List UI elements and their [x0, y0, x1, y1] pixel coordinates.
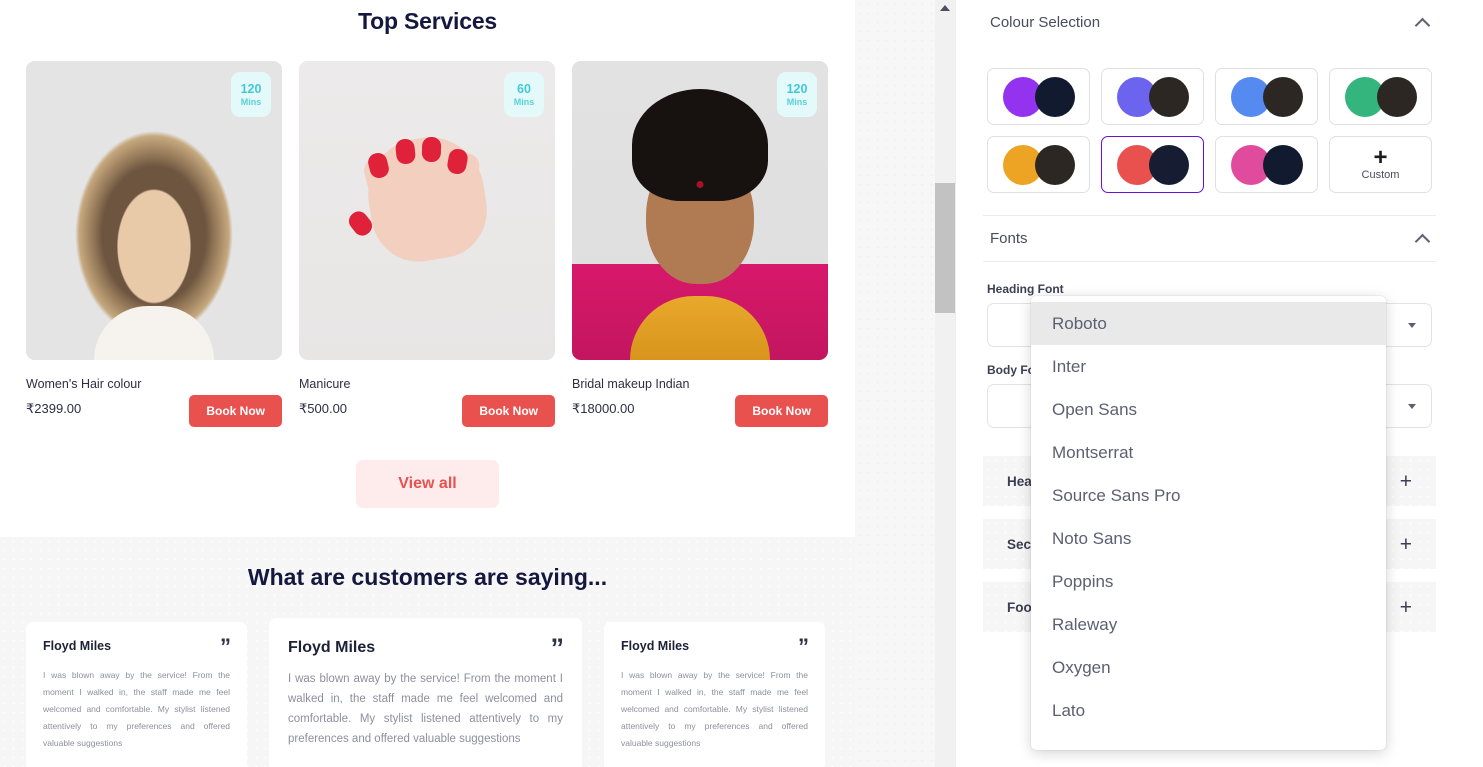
testimonial-author: Floyd Miles	[288, 639, 376, 656]
chevron-down-icon	[1408, 403, 1416, 409]
testimonials-section: What are customers are saying... Floyd M…	[0, 537, 855, 767]
testimonial-body: I was blown away by the service! From th…	[621, 669, 808, 748]
font-option-source-sans-pro[interactable]: Source Sans Pro	[1031, 474, 1386, 517]
page-title: Top Services	[357, 8, 498, 34]
plus-icon[interactable]: +	[1400, 534, 1412, 555]
duration-badge: 120 Mins	[231, 72, 271, 117]
colour-swatch[interactable]	[987, 68, 1090, 125]
scroll-up-arrow-icon[interactable]	[940, 5, 950, 11]
colour-swatch-selected[interactable]	[1101, 136, 1204, 193]
book-now-button[interactable]: Book Now	[735, 395, 828, 427]
colour-swatch[interactable]	[1215, 136, 1318, 193]
quote-icon: ”	[550, 633, 564, 663]
book-now-button[interactable]: Book Now	[189, 395, 282, 427]
plus-icon[interactable]: +	[1400, 471, 1412, 492]
service-text: Bridal makeup Indian ₹18000.00	[572, 376, 689, 417]
duration-value: 120	[786, 82, 808, 97]
chevron-down-icon	[1408, 322, 1416, 328]
font-option-inter[interactable]: Inter	[1031, 345, 1386, 388]
service-name: Manicure	[299, 377, 351, 391]
service-meta: Bridal makeup Indian ₹18000.00 Book Now	[572, 376, 828, 427]
colour-swatch-grid: + Custom	[956, 45, 1463, 215]
font-option-oxygen[interactable]: Oxygen	[1031, 646, 1386, 689]
colour-swatch[interactable]	[987, 136, 1090, 193]
service-price: ₹500.00	[299, 400, 348, 416]
colour-swatch[interactable]	[1215, 68, 1318, 125]
testimonial-body: I was blown away by the service! From th…	[43, 669, 230, 748]
custom-colour-label: Custom	[1361, 168, 1400, 181]
colour-swatch[interactable]	[1329, 68, 1432, 125]
plus-icon: +	[1373, 144, 1388, 172]
chevron-up-icon[interactable]	[1416, 232, 1429, 245]
theme-settings-panel: Colour Selection + Custom Fonts Heading …	[955, 0, 1463, 767]
colour-selection-title: Colour Selection	[990, 14, 1101, 31]
testimonial-head: Floyd Miles ”	[288, 633, 564, 663]
service-text: Women's Hair colour ₹2399.00	[26, 376, 141, 417]
font-option-roboto[interactable]: Roboto	[1031, 302, 1386, 345]
scrollbar-thumb[interactable]	[935, 183, 955, 313]
colour-swatch[interactable]	[1101, 68, 1204, 125]
duration-value: 60	[517, 82, 531, 97]
font-option-open-sans[interactable]: Open Sans	[1031, 388, 1386, 431]
testimonial-card: Floyd Miles ” I was blown away by the se…	[269, 618, 582, 767]
testimonials-title: What are customers are saying...	[247, 564, 608, 590]
duration-unit: Mins	[513, 96, 535, 107]
duration-unit: Mins	[786, 96, 808, 107]
service-card-row: 120 Mins Women's Hair colour ₹2399.00 Bo…	[26, 61, 829, 427]
testimonial-author: Floyd Miles	[621, 638, 690, 653]
testimonial-body: I was blown away by the service! From th…	[288, 672, 563, 746]
app-root: Top Services 120 Mins Women's Hair colou…	[0, 0, 1483, 767]
canvas-gutter	[855, 0, 955, 767]
top-services-section: Top Services 120 Mins Women's Hair colou…	[0, 0, 855, 537]
book-now-button[interactable]: Book Now	[462, 395, 555, 427]
testimonial-author: Floyd Miles	[43, 638, 112, 653]
service-meta: Women's Hair colour ₹2399.00 Book Now	[26, 376, 282, 427]
service-card[interactable]: 60 Mins Manicure ₹500.00 Book Now	[299, 61, 555, 427]
preview-scrollbar[interactable]	[935, 0, 955, 767]
colour-selection-header[interactable]: Colour Selection	[956, 0, 1463, 45]
duration-value: 120	[240, 82, 262, 97]
service-image: 120 Mins	[572, 61, 828, 360]
service-text: Manicure ₹500.00	[299, 376, 350, 417]
chevron-up-icon[interactable]	[1416, 16, 1429, 29]
service-name: Women's Hair colour	[26, 377, 142, 391]
quote-icon: ”	[798, 633, 809, 659]
duration-unit: Mins	[240, 96, 262, 107]
font-dropdown-menu[interactable]: Roboto Inter Open Sans Montserrat Source…	[1031, 296, 1386, 750]
service-image: 60 Mins	[299, 61, 555, 360]
duration-badge: 120 Mins	[777, 72, 817, 117]
testimonial-head: Floyd Miles ”	[43, 633, 231, 659]
fonts-title: Fonts	[990, 230, 1028, 247]
font-option-montserrat[interactable]: Montserrat	[1031, 431, 1386, 474]
site-preview-canvas: Top Services 120 Mins Women's Hair colou…	[0, 0, 855, 767]
service-price: ₹18000.00	[572, 400, 635, 416]
font-option-poppins[interactable]: Poppins	[1031, 560, 1386, 603]
view-all-button[interactable]: View all	[356, 460, 499, 508]
testimonial-card-row: Floyd Miles ” I was blown away by the se…	[26, 618, 829, 767]
quote-icon: ”	[220, 633, 231, 659]
heading-font-label: Heading Font	[987, 282, 1064, 296]
duration-badge: 60 Mins	[504, 72, 544, 117]
service-card[interactable]: 120 Mins Bridal makeup Indian ₹18000.00 …	[572, 61, 828, 427]
font-option-lato[interactable]: Lato	[1031, 689, 1386, 732]
testimonial-head: Floyd Miles ”	[621, 633, 809, 659]
service-meta: Manicure ₹500.00 Book Now	[299, 376, 555, 427]
service-name: Bridal makeup Indian	[572, 377, 690, 391]
service-price: ₹2399.00	[26, 400, 82, 416]
service-card[interactable]: 120 Mins Women's Hair colour ₹2399.00 Bo…	[26, 61, 282, 427]
custom-colour-button[interactable]: + Custom	[1329, 136, 1432, 193]
testimonial-card: Floyd Miles ” I was blown away by the se…	[26, 621, 247, 767]
service-image: 120 Mins	[26, 61, 282, 360]
font-option-noto-sans[interactable]: Noto Sans	[1031, 517, 1386, 560]
plus-icon[interactable]: +	[1400, 597, 1412, 618]
testimonial-card: Floyd Miles ” I was blown away by the se…	[604, 621, 825, 767]
view-all-wrap: View all	[26, 460, 829, 537]
fonts-header[interactable]: Fonts	[956, 216, 1463, 261]
font-option-raleway[interactable]: Raleway	[1031, 603, 1386, 646]
